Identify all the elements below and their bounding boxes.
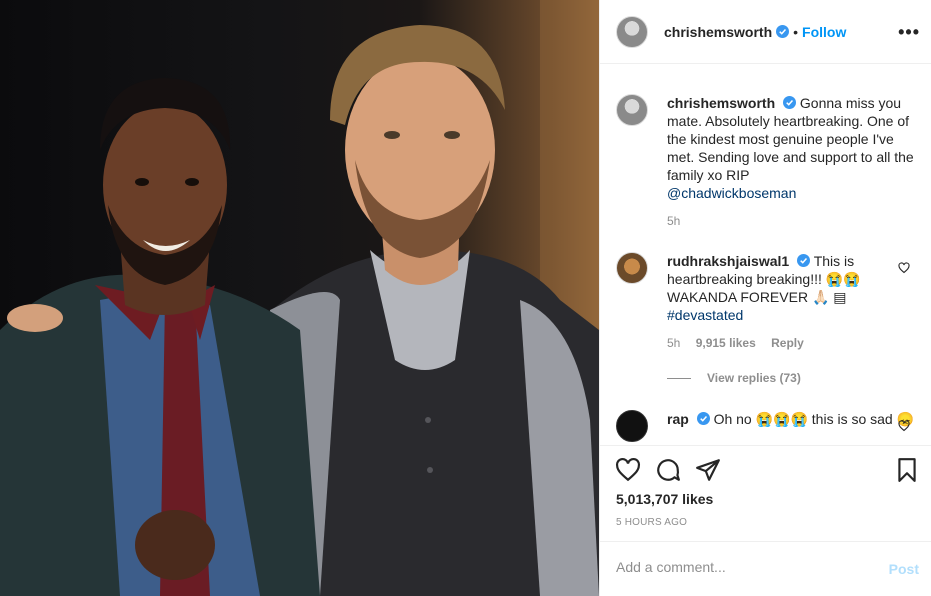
comment-hashtag[interactable]: #devastated (667, 307, 743, 323)
add-comment-bar: Post (600, 541, 931, 596)
comments-list[interactable]: chrishemsworth Gonna miss you mate. Abso… (600, 65, 931, 445)
comment-item: rudhrakshjaiswal1 This is heartbreaking … (616, 252, 916, 350)
author-username[interactable]: chrishemsworth (664, 24, 772, 40)
comment-time[interactable]: 5h (667, 336, 680, 350)
comment-bubble-icon[interactable] (655, 457, 681, 483)
post-comment-button[interactable]: Post (889, 561, 919, 577)
save-bookmark-icon[interactable] (894, 457, 920, 483)
comment-text: Oh no 😭😭😭 this is so sad 😞 (713, 411, 915, 427)
commenter-avatar[interactable] (616, 252, 648, 284)
post-sidebar: chrishemsworth • Follow ••• chrishemswor… (599, 0, 931, 596)
caption-body: chrishemsworth Gonna miss you mate. Abso… (667, 94, 916, 202)
comment-meta: 5h 9,915 likes Reply (667, 336, 916, 350)
caption-meta: 5h (667, 214, 916, 228)
author-avatar[interactable] (616, 15, 648, 48)
comment-likes[interactable]: 9,915 likes (696, 336, 756, 350)
more-options-icon[interactable]: ••• (898, 22, 920, 43)
post-image[interactable] (0, 0, 599, 596)
comment-username[interactable]: rudhrakshjaiswal1 (667, 253, 789, 269)
like-comment-heart-icon[interactable] (898, 420, 910, 432)
comment-username[interactable]: rap (667, 411, 689, 427)
caption-username[interactable]: chrishemsworth (667, 95, 775, 111)
header-separator: • (793, 23, 799, 40)
verified-badge-icon (776, 25, 790, 38)
caption-mention[interactable]: @chadwickboseman (667, 185, 796, 201)
verified-badge-icon (696, 412, 710, 425)
commenter-avatar[interactable] (616, 410, 648, 442)
verified-badge-icon (797, 254, 811, 267)
post-actions: 5,013,707 likes 5 HOURS AGO (600, 445, 931, 541)
comment-body: rudhrakshjaiswal1 This is heartbreaking … (667, 252, 916, 324)
like-comment-heart-icon[interactable] (898, 262, 910, 274)
share-paper-plane-icon[interactable] (695, 457, 721, 483)
view-replies-line (667, 377, 691, 379)
caption-time[interactable]: 5h (667, 214, 680, 228)
view-replies-label[interactable]: View replies (73) (707, 371, 801, 385)
verified-badge-icon (783, 96, 797, 109)
likes-count[interactable]: 5,013,707 likes (616, 491, 713, 507)
reply-button[interactable]: Reply (771, 336, 804, 350)
comment-body: rap Oh no 😭😭😭 this is so sad 😞 (667, 410, 916, 428)
caption: chrishemsworth Gonna miss you mate. Abso… (616, 94, 916, 228)
post-timestamp[interactable]: 5 HOURS AGO (616, 517, 687, 528)
comment-item: rap Oh no 😭😭😭 this is so sad 😞 (616, 410, 916, 442)
view-replies-button[interactable]: View replies (73) (667, 371, 801, 385)
post-header: chrishemsworth • Follow ••• (600, 0, 931, 64)
post-photo-illustration (0, 0, 599, 596)
add-comment-input[interactable] (616, 559, 866, 575)
follow-button[interactable]: Follow (802, 24, 846, 40)
caption-avatar[interactable] (616, 94, 648, 126)
like-heart-icon[interactable] (615, 457, 641, 483)
